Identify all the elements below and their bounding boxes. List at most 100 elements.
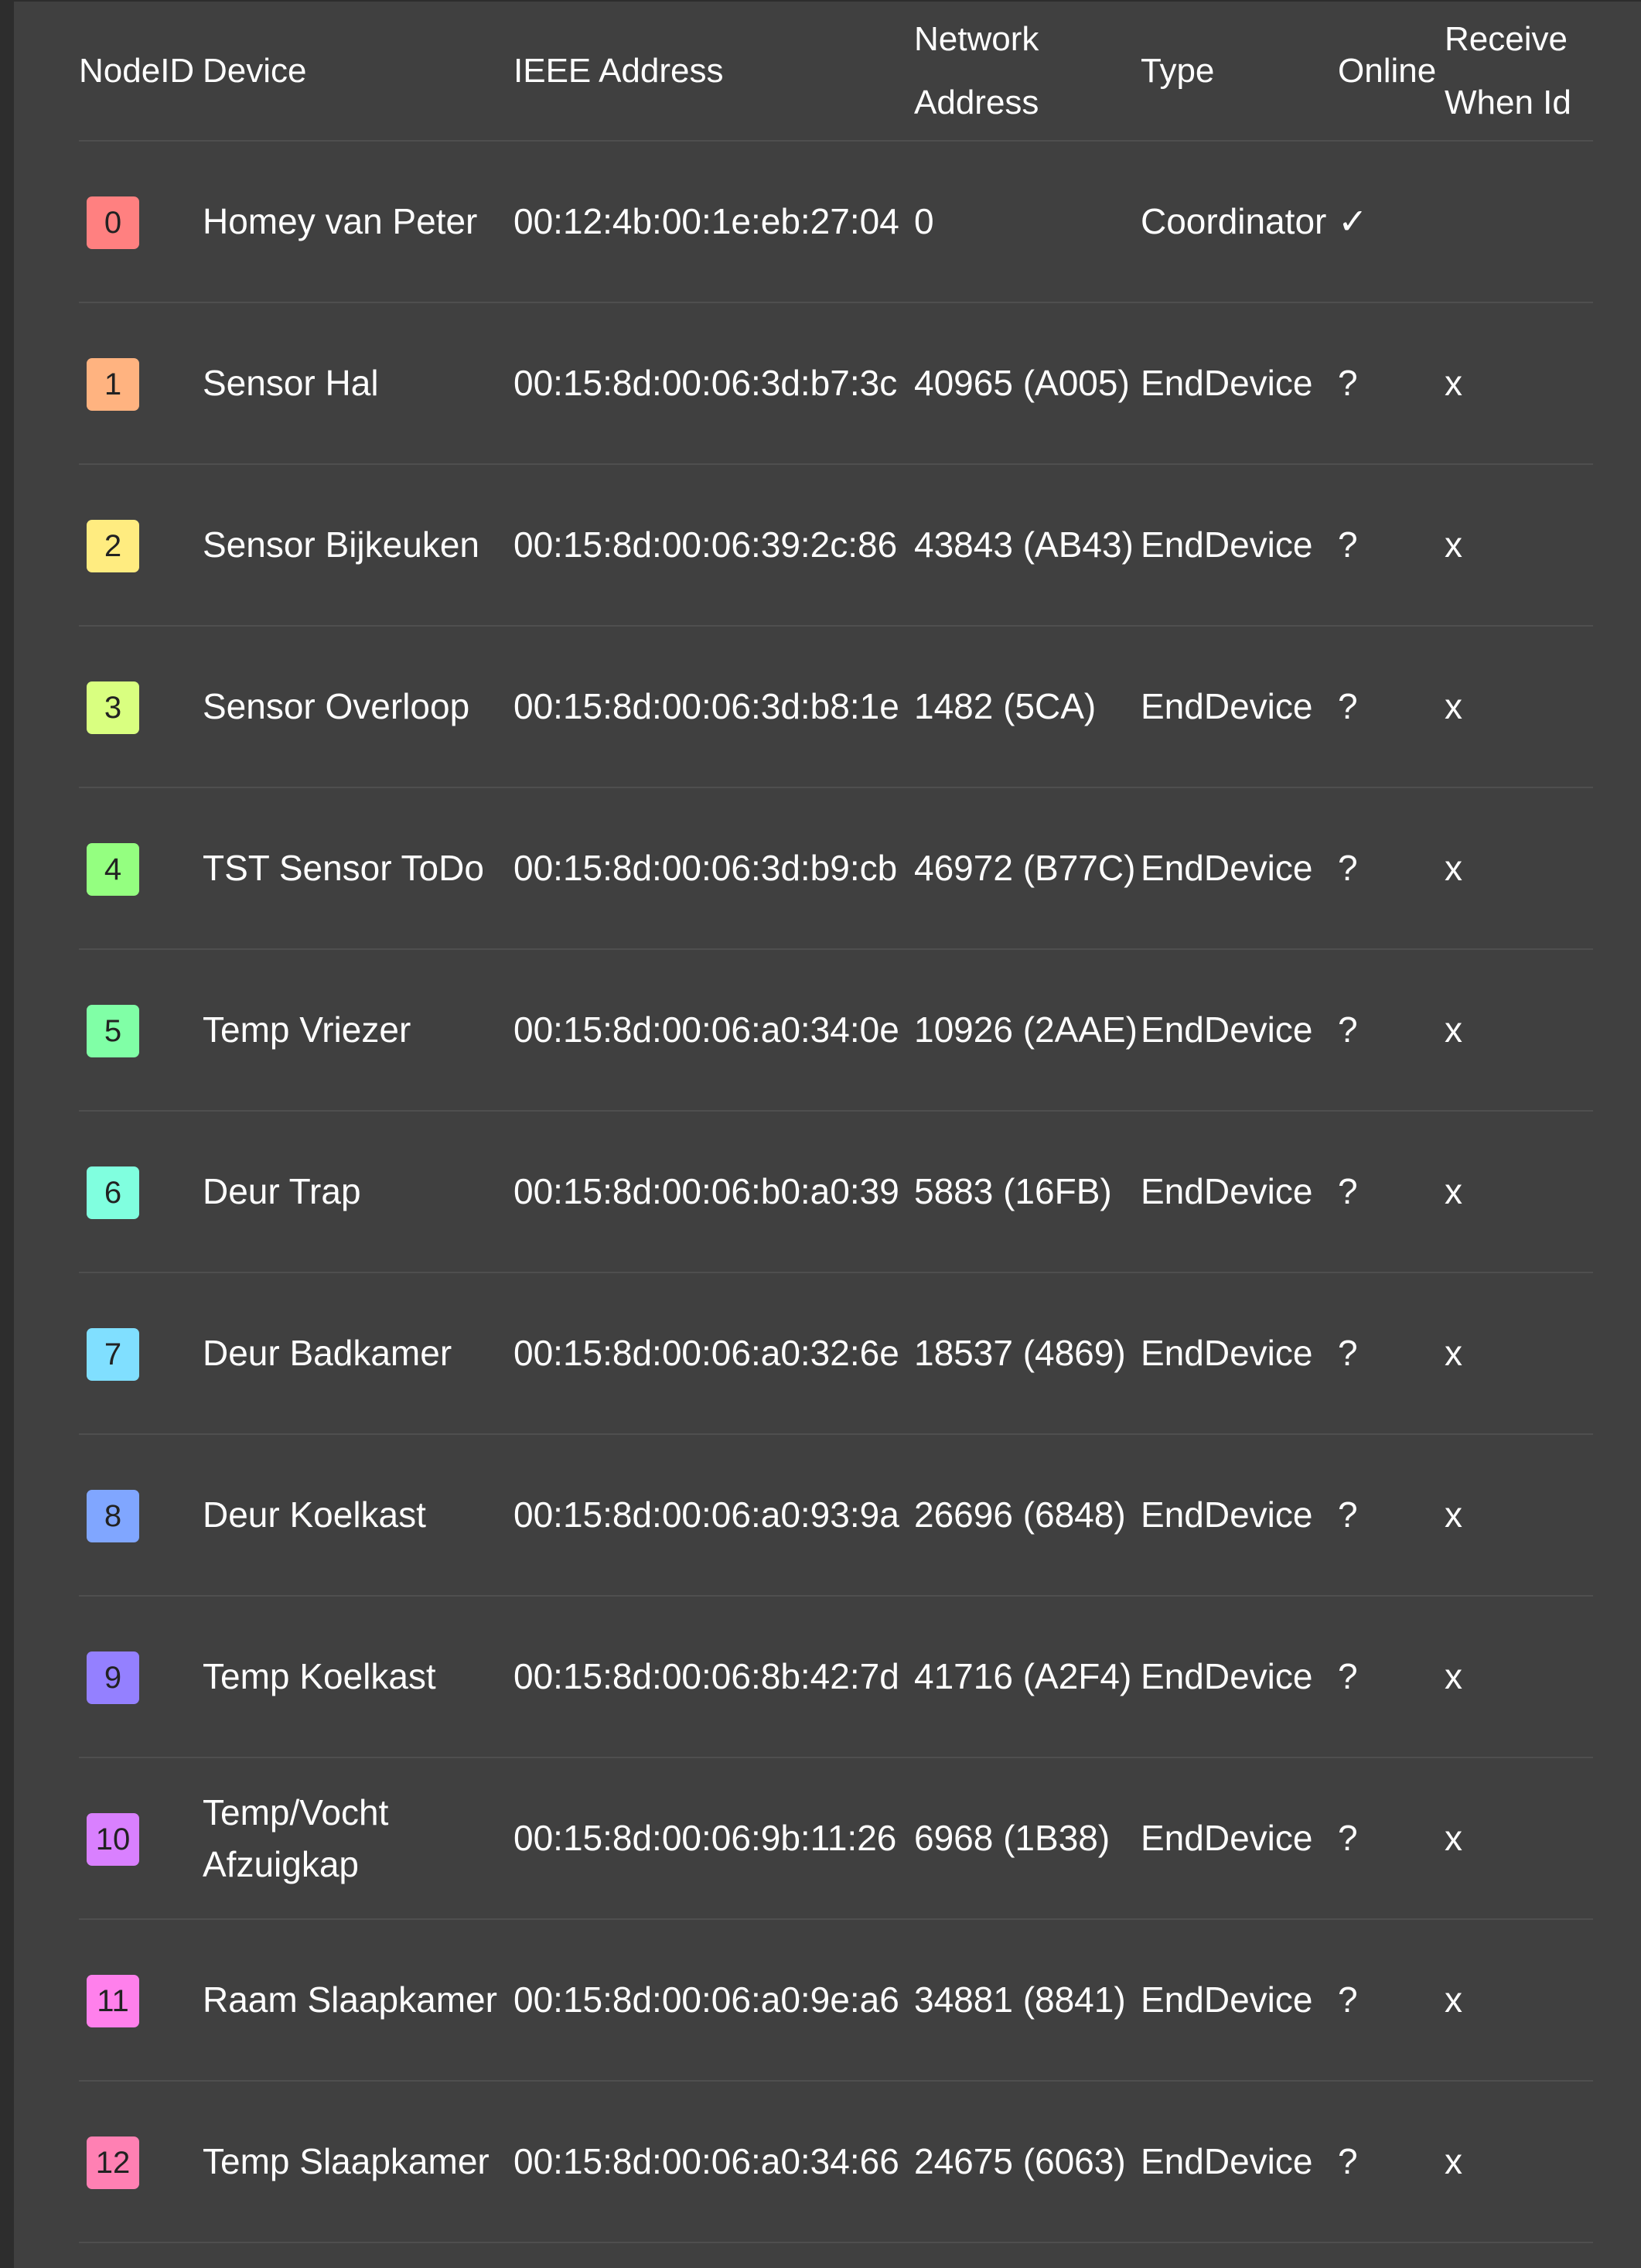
online-status: ? [1338, 1979, 1358, 2020]
ieee-address: 00:15:8d:00:06:39:2c:86 [513, 524, 898, 565]
table-row[interactable]: 10 Temp/Vocht Afzuigkap 00:15:8d:00:06:9b:… [79, 1758, 1593, 1920]
node-id-cell: 10 [79, 1812, 203, 1866]
column-header-nodeid: NodeID [79, 51, 195, 90]
online-status: ? [1338, 363, 1358, 403]
node-id-badge: 9 [87, 1651, 139, 1704]
online-status: ? [1338, 2141, 1358, 2181]
node-id-cell: 9 [79, 1650, 203, 1704]
device-name: Temp Vriezer [203, 1009, 411, 1050]
table-row[interactable]: 9 Temp Koelkast 00:15:8d:00:06:8b:42:7d 417… [79, 1597, 1593, 1758]
node-id-badge: 11 [87, 1974, 139, 2027]
network-address: 24675 (6063) [914, 2141, 1126, 2181]
device-type: EndDevice [1141, 1979, 1313, 2020]
network-address: 41716 (A2F4) [914, 1656, 1132, 1696]
device-type: EndDevice [1141, 1009, 1313, 1050]
ieee-address: 00:15:8d:00:06:b0:a0:39 [513, 1171, 899, 1211]
table-row[interactable]: 4 TST Sensor ToDo 00:15:8d:00:06:3d:b9:cb 4… [79, 788, 1593, 950]
node-id-badge: 1 [87, 357, 139, 411]
column-header-online: Online [1338, 51, 1437, 90]
ieee-address: 00:15:8d:00:06:a0:9e:a6 [513, 1979, 899, 2020]
device-type: EndDevice [1141, 1656, 1313, 1696]
node-id-cell: 1 [79, 357, 203, 411]
node-id-cell: 3 [79, 680, 203, 734]
node-id-badge: 12 [87, 2136, 139, 2189]
network-address: 5883 (16FB) [914, 1171, 1112, 1211]
receive-when-idle: x [1445, 1818, 1462, 1858]
device-type: EndDevice [1141, 1494, 1313, 1535]
table-row[interactable]: 2 Sensor Bijkeuken 00:15:8d:00:06:39:2c:86… [79, 465, 1593, 627]
node-id-cell: 8 [79, 1488, 203, 1542]
receive-when-idle: x [1445, 1656, 1462, 1696]
table-row[interactable]: 5 Temp Vriezer 00:15:8d:00:06:a0:34:0e 1092… [79, 950, 1593, 1112]
device-name: TST Sensor ToDo [203, 848, 484, 888]
receive-when-idle: x [1445, 1333, 1462, 1373]
online-status: ? [1338, 1656, 1358, 1696]
online-status: ? [1338, 524, 1358, 565]
device-type: EndDevice [1141, 1333, 1313, 1373]
receive-when-idle: x [1445, 1009, 1462, 1050]
column-header-device: Device [203, 51, 307, 90]
network-address: 6968 (1B38) [914, 1818, 1110, 1858]
node-id-badge: 8 [87, 1489, 139, 1542]
device-name: Deur Koelkast [203, 1494, 426, 1535]
node-id-cell: 11 [79, 1973, 203, 2027]
device-name: Deur Badkamer [203, 1333, 452, 1373]
ieee-address: 00:15:8d:00:06:3d:b7:3c [513, 363, 898, 403]
node-id-cell: 7 [79, 1327, 203, 1381]
node-id-badge: 5 [87, 1004, 139, 1057]
device-type: EndDevice [1141, 1171, 1313, 1211]
receive-when-idle: x [1445, 2141, 1462, 2181]
ieee-address: 00:15:8d:00:06:a0:93:9a [513, 1494, 899, 1535]
table-row[interactable]: 3 Sensor Overloop 00:15:8d:00:06:3d:b8:1e 1… [79, 627, 1593, 788]
receive-when-idle: x [1445, 1979, 1462, 2020]
node-id-badge: 7 [87, 1327, 139, 1381]
network-address: 18537 (4869) [914, 1333, 1126, 1373]
ieee-address: 00:15:8d:00:06:9b:11:26 [513, 1818, 897, 1858]
device-type: EndDevice [1141, 1818, 1313, 1858]
table-row[interactable]: 0 Homey van Peter 00:12:4b:00:1e:eb:27:04 0… [79, 142, 1593, 303]
device-name: Temp/Vocht Afzuigkap [203, 1792, 389, 1884]
online-status: ? [1338, 1818, 1358, 1858]
node-id-badge: 6 [87, 1166, 139, 1219]
node-id-cell: 12 [79, 2135, 203, 2189]
column-header-ieee-address: IEEE Address [513, 51, 724, 90]
device-type: EndDevice [1141, 848, 1313, 888]
network-address: 1482 (5CA) [914, 686, 1097, 726]
node-id-badge: 2 [87, 519, 139, 572]
node-id-cell: 4 [79, 842, 203, 896]
device-name: Sensor Hal [203, 363, 379, 403]
online-status: ? [1338, 686, 1358, 726]
receive-when-idle: x [1445, 363, 1462, 403]
device-name: Deur Trap [203, 1171, 361, 1211]
node-id-badge: 3 [87, 681, 139, 734]
network-address: 34881 (8841) [914, 1979, 1126, 2020]
receive-when-idle: x [1445, 524, 1462, 565]
zigbee-node-panel: NodeID Device IEEE Address Network Addre… [0, 0, 1641, 2268]
column-header-network-address: Network Address [914, 19, 1039, 121]
node-id-cell: 2 [79, 518, 203, 572]
ieee-address: 00:15:8d:00:06:3d:b8:1e [513, 686, 899, 726]
receive-when-idle: x [1445, 686, 1462, 726]
column-header-type: Type [1141, 51, 1215, 90]
ieee-address: 00:15:8d:00:06:8b:42:7d [513, 1656, 899, 1696]
network-address: 0 [914, 201, 934, 241]
ieee-address: 00:15:8d:00:06:a0:34:66 [513, 2141, 899, 2181]
table-row[interactable]: 11 Raam Slaapkamer 00:15:8d:00:06:a0:9e:a6… [79, 1920, 1593, 2082]
node-id-cell: 6 [79, 1165, 203, 1219]
ieee-address: 00:12:4b:00:1e:eb:27:04 [513, 201, 899, 241]
node-id-cell: 5 [79, 1003, 203, 1057]
network-address: 26696 (6848) [914, 1494, 1126, 1535]
ieee-address: 00:15:8d:00:06:a0:32:6e [513, 1333, 899, 1373]
table-row[interactable]: 7 Deur Badkamer 00:15:8d:00:06:a0:32:6e 185… [79, 1273, 1593, 1435]
table-row[interactable]: 1 Sensor Hal 00:15:8d:00:06:3d:b7:3c 40965 … [79, 303, 1593, 465]
table-row[interactable]: 12 Temp Slaapkamer 00:15:8d:00:06:a0:34:66… [79, 2082, 1593, 2243]
table-row[interactable]: 8 Deur Koelkast 00:15:8d:00:06:a0:93:9a 266… [79, 1435, 1593, 1597]
device-name: Sensor Overloop [203, 686, 470, 726]
node-id-badge: 4 [87, 842, 139, 896]
receive-when-idle: x [1445, 1171, 1462, 1211]
network-address: 10926 (2AAE) [914, 1009, 1138, 1050]
node-id-badge: 10 [87, 1812, 139, 1866]
table-row[interactable]: 6 Deur Trap 00:15:8d:00:06:b0:a0:39 5883 (1… [79, 1112, 1593, 1273]
zigbee-node-table: NodeID Device IEEE Address Network Addre… [79, 2, 1593, 2243]
online-status: ? [1338, 1009, 1358, 1050]
